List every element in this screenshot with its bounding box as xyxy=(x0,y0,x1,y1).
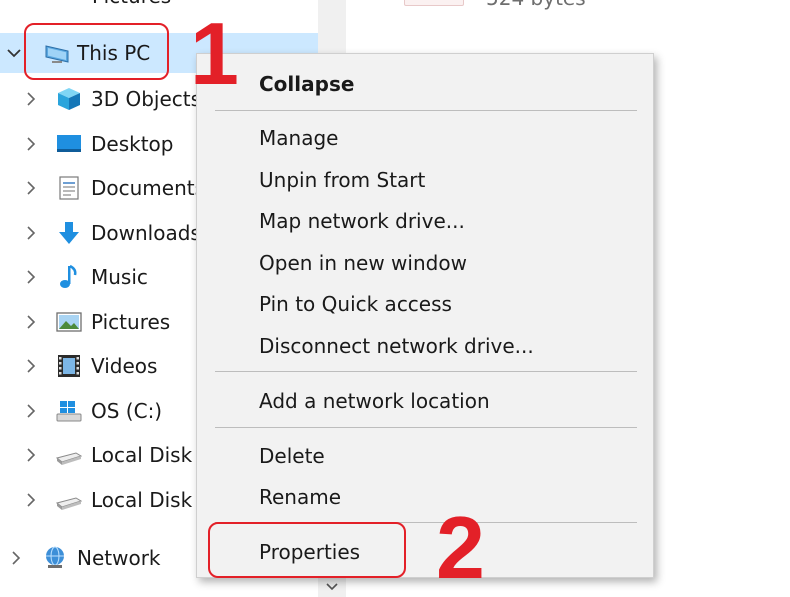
nav-item-label: Documents xyxy=(91,176,206,200)
nav-item-label: Network xyxy=(77,546,161,570)
menu-separator xyxy=(215,110,637,111)
nav-item-label: Local Disk xyxy=(91,443,193,467)
menu-item-manage[interactable]: Manage xyxy=(259,124,338,152)
context-menu: Collapse Manage Unpin from Start Map net… xyxy=(196,53,654,578)
network-globe-icon xyxy=(46,546,64,568)
chevron-right-icon[interactable] xyxy=(22,446,40,464)
menu-item-rename[interactable]: Rename xyxy=(259,483,341,511)
menu-separator xyxy=(215,427,637,428)
nav-item-label: Downloads xyxy=(91,221,201,245)
menu-item-pin-to-quick-access[interactable]: Pin to Quick access xyxy=(259,290,452,318)
music-note-icon xyxy=(60,264,77,288)
menu-item-collapse[interactable]: Collapse xyxy=(259,70,354,98)
document-icon xyxy=(59,176,79,200)
scroll-down-arrow-icon[interactable] xyxy=(323,578,341,596)
callout-box-this-pc xyxy=(24,23,169,80)
disk-drive-icon xyxy=(56,452,82,465)
nav-item-label: Pictures xyxy=(92,0,171,8)
menu-separator xyxy=(215,371,637,372)
menu-item-disconnect-network-drive[interactable]: Disconnect network drive... xyxy=(259,332,534,360)
chevron-right-icon[interactable] xyxy=(22,90,40,108)
nav-item-label: Pictures xyxy=(91,310,171,334)
callout-box-properties xyxy=(208,522,406,578)
chevron-right-icon[interactable] xyxy=(22,313,40,331)
chevron-right-icon[interactable] xyxy=(22,402,40,420)
chevron-right-icon[interactable] xyxy=(7,549,25,567)
chevron-right-icon[interactable] xyxy=(22,491,40,509)
nav-item-label: Videos xyxy=(91,354,158,378)
chevron-right-icon[interactable] xyxy=(22,224,40,242)
disk-drive-icon xyxy=(56,497,82,510)
nav-item-label: Desktop xyxy=(91,132,174,156)
menu-item-add-network-location[interactable]: Add a network location xyxy=(259,387,490,415)
film-icon xyxy=(58,355,80,377)
chevron-down-icon[interactable] xyxy=(5,44,23,62)
chevron-right-icon[interactable] xyxy=(22,179,40,197)
desktop-icon xyxy=(57,135,81,152)
windows-drive-icon xyxy=(56,401,82,422)
chevron-right-icon[interactable] xyxy=(22,357,40,375)
callout-number-2: 2 xyxy=(436,498,485,597)
menu-item-delete[interactable]: Delete xyxy=(259,442,325,470)
file-size-text: 524 bytes xyxy=(486,0,586,10)
chevron-right-icon[interactable] xyxy=(22,135,40,153)
nav-item-label: Local Disk xyxy=(91,488,193,512)
cube-icon xyxy=(58,88,80,110)
menu-item-unpin-from-start[interactable]: Unpin from Start xyxy=(259,166,425,194)
picture-icon xyxy=(56,312,82,332)
file-thumbnail[interactable] xyxy=(404,0,464,6)
nav-item-label: Music xyxy=(91,265,148,289)
nav-item-label: 3D Objects xyxy=(91,87,202,111)
download-arrow-icon xyxy=(59,222,79,244)
chevron-right-icon[interactable] xyxy=(22,268,40,286)
menu-item-open-in-new-window[interactable]: Open in new window xyxy=(259,249,467,277)
callout-number-1: 1 xyxy=(190,4,239,103)
menu-item-map-network-drive[interactable]: Map network drive... xyxy=(259,207,465,235)
nav-item-label: OS (C:) xyxy=(91,399,163,423)
